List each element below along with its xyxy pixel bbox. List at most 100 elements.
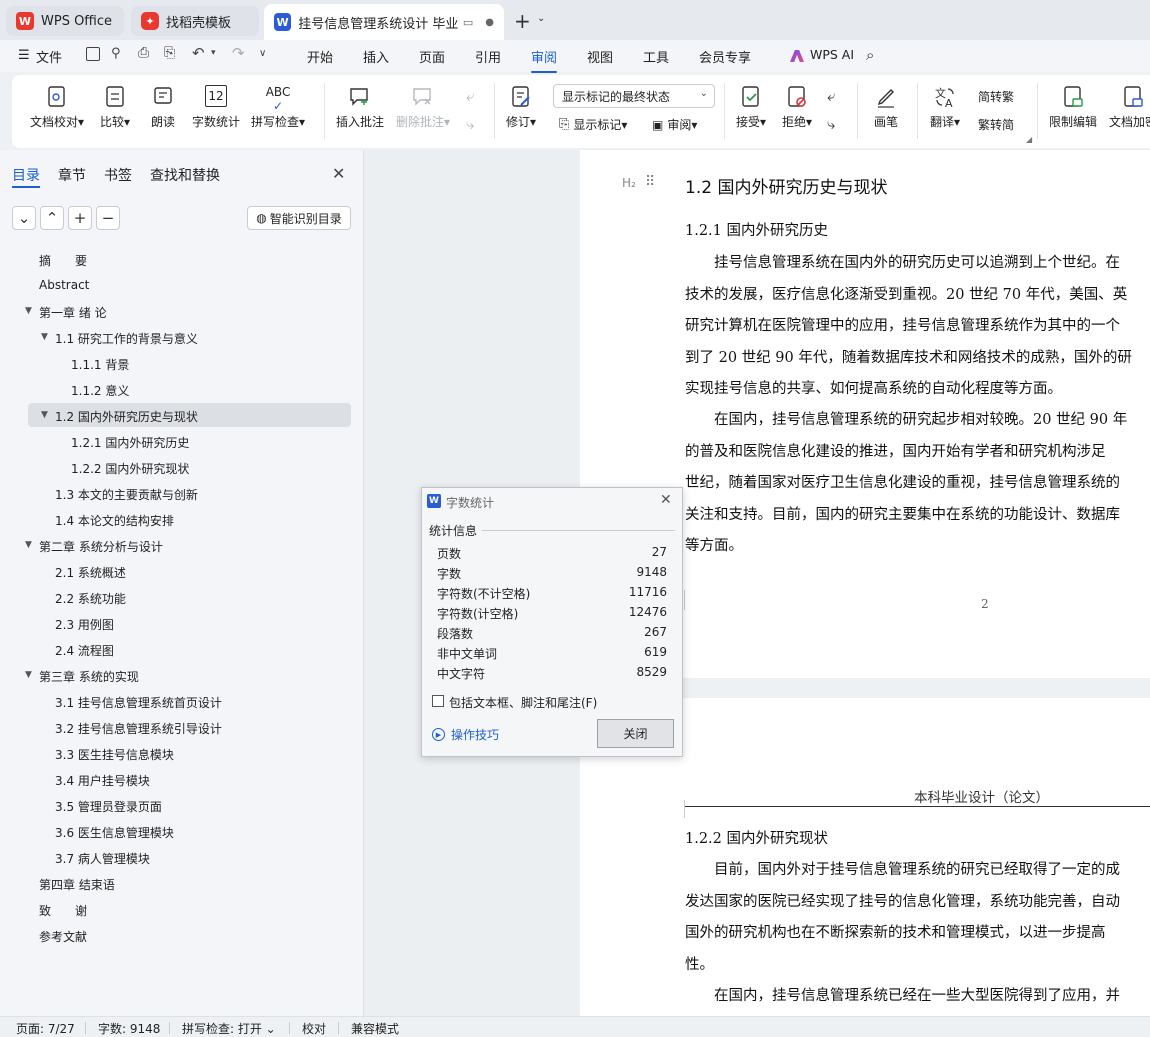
- toc-item[interactable]: 3.1 挂号信息管理系统首页设计: [55, 694, 222, 711]
- tab-document[interactable]: W 挂号信息管理系统设计 毕业论文 ▭ ●: [264, 4, 504, 40]
- proof-status[interactable]: 校对: [302, 1020, 326, 1037]
- tab-template[interactable]: ✦ 找稻壳模板: [131, 6, 259, 36]
- undo-icon[interactable]: ↶: [192, 44, 205, 62]
- new-tab-button[interactable]: +: [514, 9, 531, 33]
- redo-icon[interactable]: ↷: [232, 44, 245, 62]
- monitor-icon[interactable]: ▭: [463, 16, 473, 29]
- reject-button[interactable]: 拒绝▾: [782, 85, 812, 130]
- add-heading-button[interactable]: +: [68, 206, 92, 230]
- wps-ai-icon[interactable]: [790, 50, 804, 62]
- menu-file[interactable]: 文件: [36, 47, 62, 66]
- include-footnotes-checkbox[interactable]: [432, 695, 444, 707]
- translate-button[interactable]: 文A 翻译▾: [930, 85, 960, 130]
- toc-item[interactable]: 1.2.2 国内外研究现状: [71, 460, 189, 477]
- tab-sections[interactable]: 章节: [58, 165, 86, 185]
- expand-triangle-icon[interactable]: ▼: [25, 306, 32, 316]
- toc-item[interactable]: 第三章 系统的实现: [39, 668, 139, 685]
- toc-item[interactable]: 1.1.1 背景: [71, 356, 129, 373]
- pen-button[interactable]: 画笔: [874, 85, 898, 130]
- to-traditional-button[interactable]: 简转繁: [978, 88, 1014, 105]
- tab-bookmarks[interactable]: 书签: [104, 165, 132, 185]
- to-simplified-button[interactable]: 繁转简: [978, 116, 1014, 133]
- print-icon[interactable]: ⎙: [138, 45, 149, 61]
- restrict-edit-button[interactable]: 限制编辑: [1049, 85, 1097, 130]
- toc-item[interactable]: Abstract: [39, 278, 89, 292]
- tab-wps-office[interactable]: W WPS Office: [6, 6, 124, 36]
- toc-item[interactable]: 第二章 系统分析与设计: [39, 538, 163, 555]
- chevron-down-icon[interactable]: ⌄: [537, 13, 545, 24]
- doc-check-button[interactable]: 文档校对▾: [30, 85, 84, 130]
- spell-check-button[interactable]: ABC ✓ 拼写检查▾: [251, 85, 305, 130]
- menu-home[interactable]: 开始: [307, 47, 333, 66]
- toc-item[interactable]: 3.7 病人管理模块: [55, 850, 150, 867]
- share-icon[interactable]: ⚲: [111, 46, 121, 61]
- drag-handle-icon[interactable]: ⠿: [645, 174, 655, 190]
- expand-triangle-icon[interactable]: ▼: [41, 410, 48, 420]
- spell-check-status[interactable]: 拼写检查: 打开 ⌄: [182, 1020, 276, 1037]
- toc-item[interactable]: 第一章 绪 论: [39, 304, 107, 321]
- toc-item[interactable]: 1.2 国内外研究历史与现状: [55, 408, 198, 425]
- menu-review[interactable]: 审阅: [531, 47, 558, 73]
- prev-comment-icon[interactable]: ⤶: [466, 87, 474, 105]
- menu-member[interactable]: 会员专享: [699, 47, 751, 66]
- toc-item[interactable]: 2.1 系统概述: [55, 564, 126, 581]
- hamburger-icon[interactable]: ☰: [18, 48, 30, 63]
- toc-item[interactable]: 2.3 用例图: [55, 616, 114, 633]
- close-button[interactable]: 关闭: [597, 719, 674, 748]
- toc-item[interactable]: 3.5 管理员登录页面: [55, 798, 162, 815]
- display-mode-select[interactable]: 显示标记的最终状态 ⌄: [553, 84, 715, 108]
- expand-triangle-icon[interactable]: ▼: [25, 540, 32, 550]
- review-pane-button[interactable]: ▣ 审阅 ▾: [652, 116, 697, 133]
- read-aloud-button[interactable]: 朗读: [151, 85, 175, 130]
- expand-up-button[interactable]: ⌃: [40, 206, 64, 230]
- menu-tools[interactable]: 工具: [643, 47, 669, 66]
- toc-item[interactable]: 摘 要: [39, 252, 87, 269]
- toc-item[interactable]: 参考文献: [39, 928, 87, 945]
- toc-item[interactable]: 3.4 用户挂号模块: [55, 772, 150, 789]
- prev-change-icon[interactable]: ⤶: [827, 87, 835, 105]
- toc-item[interactable]: 1.4 本论文的结构安排: [55, 512, 174, 529]
- tips-link[interactable]: ▶ 操作技巧: [432, 726, 499, 743]
- search-icon[interactable]: ⌕: [866, 46, 874, 64]
- toc-item[interactable]: 1.3 本文的主要贡献与创新: [55, 486, 198, 503]
- menu-wps-ai[interactable]: WPS AI: [810, 47, 854, 62]
- expand-triangle-icon[interactable]: ▼: [41, 332, 48, 342]
- menu-view[interactable]: 视图: [587, 47, 613, 66]
- revise-button[interactable]: 修订▾: [506, 85, 536, 130]
- delete-comment-button[interactable]: 删除批注▾: [396, 85, 450, 130]
- menu-references[interactable]: 引用: [475, 47, 501, 66]
- menu-layout[interactable]: 页面: [419, 47, 445, 66]
- undo-dropdown-icon[interactable]: ▾: [211, 48, 216, 58]
- smart-toc-button[interactable]: ◍ 智能识别目录: [247, 206, 351, 230]
- close-icon[interactable]: ✕: [332, 164, 345, 183]
- close-icon[interactable]: ✕: [660, 492, 672, 508]
- toc-item[interactable]: 3.3 医生挂号信息模块: [55, 746, 174, 763]
- toc-item[interactable]: 1.2.1 国内外研究历史: [71, 434, 189, 451]
- expand-triangle-icon[interactable]: ▼: [25, 670, 32, 680]
- toc-item[interactable]: 3.2 挂号信息管理系统引导设计: [55, 720, 222, 737]
- save-icon[interactable]: [86, 47, 100, 61]
- include-footnotes-label[interactable]: 包括文本框、脚注和尾注(F): [449, 694, 597, 711]
- next-change-icon[interactable]: ⤷: [827, 115, 835, 133]
- toc-item[interactable]: 1.1 研究工作的背景与意义: [55, 330, 198, 347]
- next-comment-icon[interactable]: ⤷: [466, 115, 474, 133]
- insert-comment-button[interactable]: 插入批注: [336, 85, 384, 130]
- toc-item[interactable]: 第四章 结束语: [39, 876, 115, 893]
- compare-button[interactable]: 比较▾: [100, 85, 130, 130]
- toc-item[interactable]: 2.4 流程图: [55, 642, 114, 659]
- word-count-button[interactable]: 12 字数统计: [192, 85, 240, 130]
- toc-item[interactable]: 2.2 系统功能: [55, 590, 126, 607]
- toc-item[interactable]: 3.6 医生信息管理模块: [55, 824, 174, 841]
- collapse-all-button[interactable]: ⌄: [12, 206, 36, 230]
- print-preview-icon[interactable]: ⎘: [164, 45, 175, 61]
- ribbon-expand-icon[interactable]: ◢: [1026, 135, 1032, 144]
- accept-button[interactable]: 接受▾: [736, 85, 766, 130]
- tab-toc[interactable]: 目录: [12, 165, 40, 185]
- tab-find-replace[interactable]: 查找和替换: [150, 165, 220, 185]
- toc-item[interactable]: 1.1.2 意义: [71, 382, 129, 399]
- menu-insert[interactable]: 插入: [363, 47, 389, 66]
- toc-item[interactable]: 致 谢: [39, 902, 87, 919]
- word-count-status[interactable]: 字数: 9148: [98, 1020, 160, 1037]
- page-indicator[interactable]: 页面: 7/27: [16, 1020, 75, 1037]
- doc-encrypt-button[interactable]: 文档加密: [1109, 85, 1150, 130]
